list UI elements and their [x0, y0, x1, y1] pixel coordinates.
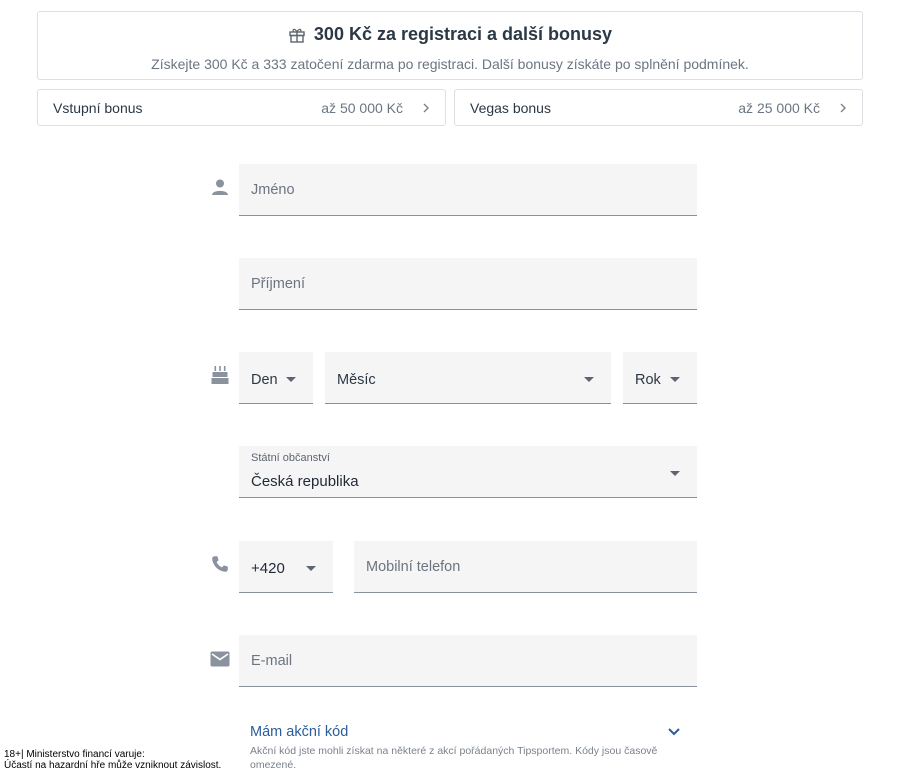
bonus-entry-label: Vstupní bonus	[53, 99, 143, 116]
mobile-phone-field[interactable]: Mobilní telefon	[354, 541, 697, 593]
birth-year-select[interactable]: Rok	[623, 352, 697, 404]
phone-prefix-value: +420	[251, 560, 285, 577]
promo-code-section: Mám akční kód Akční kód jste mohli získa…	[250, 724, 690, 772]
bonus-vegas-value: až 25 000 Kč	[738, 99, 820, 116]
birth-month-select[interactable]: Měsíc	[325, 352, 611, 404]
chevron-down-icon[interactable]	[667, 726, 681, 738]
promo-subtitle: Získejte 300 Kč a 333 zatočení zdarma po…	[151, 56, 749, 72]
chevron-right-icon	[423, 103, 429, 112]
promo-code-description: Akční kód jste mohli získat na některé z…	[250, 745, 658, 771]
birth-day-label: Den	[251, 372, 278, 388]
bonus-entry-value: až 50 000 Kč	[321, 99, 403, 116]
birth-month-label: Měsíc	[337, 372, 376, 388]
first-name-field[interactable]: Jméno	[239, 164, 697, 216]
gambling-warning-line2: Účastí na hazardní hře může vzniknout zá…	[4, 759, 222, 771]
gift-icon	[289, 28, 305, 43]
last-name-placeholder: Příjmení	[251, 276, 305, 292]
person-icon	[212, 179, 228, 195]
first-name-placeholder: Jméno	[251, 182, 295, 198]
promo-title: 300 Kč za registraci a další bonusy	[313, 24, 613, 44]
birth-year-label: Rok	[635, 372, 661, 388]
cake-icon	[211, 366, 229, 384]
bonus-vegas-button[interactable]: Vegas bonus až 25 000 Kč	[454, 89, 863, 126]
citizenship-label: Státní občanství	[251, 452, 330, 464]
last-name-field[interactable]: Příjmení	[239, 258, 697, 310]
caret-down-icon	[584, 377, 594, 382]
email-placeholder: E-mail	[251, 653, 293, 669]
chevron-right-icon	[840, 103, 846, 112]
caret-down-icon	[306, 566, 316, 571]
birth-day-select[interactable]: Den	[239, 352, 313, 404]
citizenship-select[interactable]: Státní občanství Česká republika	[239, 446, 697, 498]
mobile-phone-placeholder: Mobilní telefon	[366, 559, 461, 575]
email-field[interactable]: E-mail	[239, 635, 697, 687]
caret-down-icon	[670, 377, 680, 382]
promo-title-row: 300 Kč za registraci a další bonusy	[38, 24, 862, 45]
bonus-vegas-label: Vegas bonus	[470, 99, 551, 116]
gambling-warning: 18+| Ministerstvo financí varuje: Účastí…	[4, 749, 222, 771]
caret-down-icon	[286, 377, 296, 382]
promo-banner: 300 Kč za registraci a další bonusy Získ…	[37, 11, 863, 80]
gambling-warning-line1: 18+| Ministerstvo financí varuje:	[4, 749, 145, 760]
citizenship-value: Česká republika	[251, 473, 359, 490]
phone-icon	[212, 556, 228, 572]
promo-code-toggle[interactable]: Mám akční kód	[250, 724, 690, 740]
mail-icon	[210, 651, 230, 667]
phone-prefix-select[interactable]: +420	[239, 541, 333, 593]
caret-down-icon	[670, 471, 680, 476]
bonus-entry-button[interactable]: Vstupní bonus až 50 000 Kč	[37, 89, 446, 126]
